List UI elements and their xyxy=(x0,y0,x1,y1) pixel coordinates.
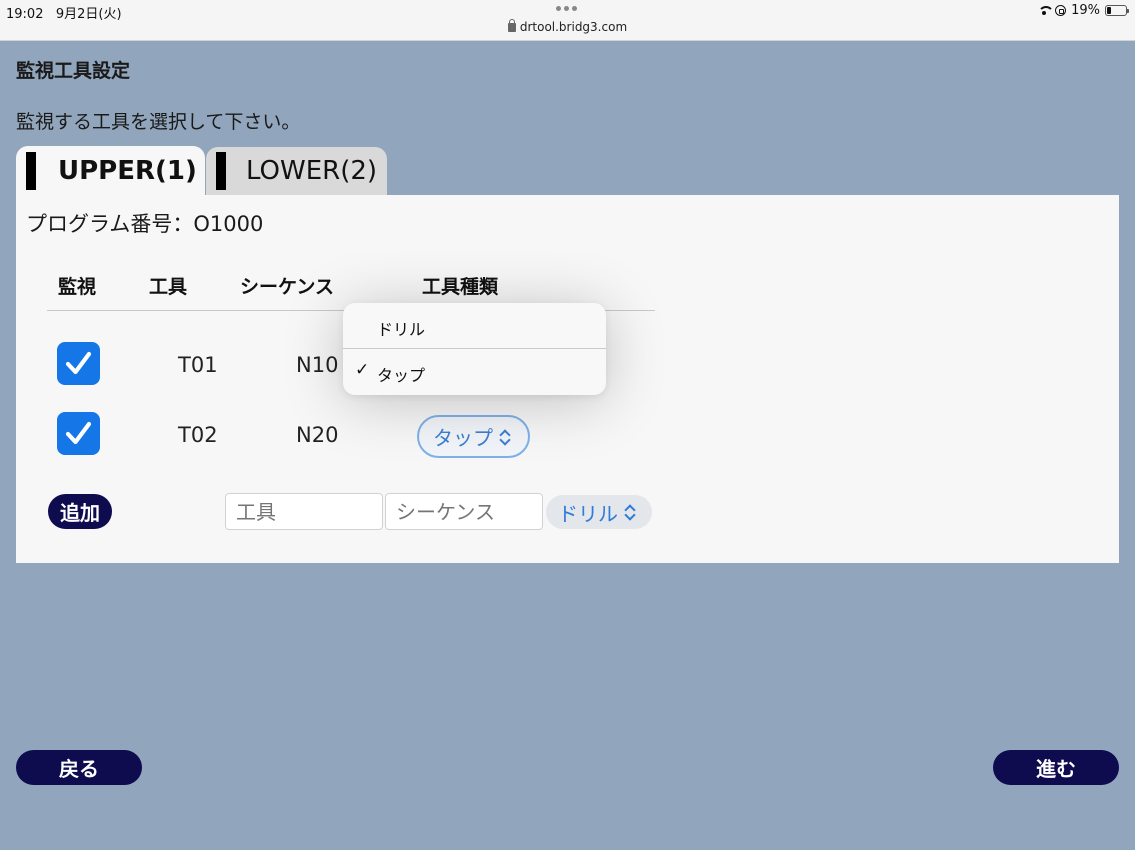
lock-icon xyxy=(507,19,516,32)
battery-percent: 19% xyxy=(1071,3,1100,18)
address-bar[interactable]: drtool.bridg3.com xyxy=(0,19,1135,34)
back-button[interactable]: 戻る xyxy=(16,750,142,785)
tool-type-dropdown-menu: ドリル ✓ タップ xyxy=(343,303,606,395)
tab-lower[interactable]: LOWER(2) xyxy=(206,147,387,195)
tab-marker xyxy=(26,152,36,190)
menu-option-label: タップ xyxy=(377,366,426,385)
tool-type-select-t02[interactable]: タップ xyxy=(417,415,530,458)
monitor-checkbox-t02[interactable] xyxy=(57,412,100,455)
header-tool: 工具 xyxy=(149,276,188,298)
menu-option-tap[interactable]: ✓ タップ xyxy=(343,349,606,395)
checkmark-icon: ✓ xyxy=(355,360,370,380)
tab-marker xyxy=(216,152,226,190)
checkmark-icon xyxy=(65,351,92,375)
status-bar: 19:02 9月2日(火) drtool.bridg3.com 19% xyxy=(0,0,1135,41)
chevron-updown-icon xyxy=(499,429,511,445)
new-tool-type-select[interactable]: ドリル xyxy=(546,495,652,529)
tool-cell: T02 xyxy=(178,423,218,447)
status-indicators: 19% xyxy=(1038,3,1129,18)
tab-upper[interactable]: UPPER(1) xyxy=(16,146,205,196)
tab-label: LOWER(2) xyxy=(246,156,378,186)
header-monitor: 監視 xyxy=(58,276,97,298)
new-tool-type-value: ドリル xyxy=(558,501,618,526)
new-tool-input[interactable] xyxy=(225,493,383,530)
checkmark-icon xyxy=(65,421,92,445)
chevron-updown-icon xyxy=(624,504,636,520)
add-button[interactable]: 追加 xyxy=(48,494,112,529)
menu-option-label: ドリル xyxy=(377,320,426,339)
next-button[interactable]: 進む xyxy=(993,750,1119,785)
page-title: 監視工具設定 xyxy=(16,60,131,82)
header-sequence: シーケンス xyxy=(240,276,335,298)
battery-icon xyxy=(1105,5,1129,16)
sequence-cell: N20 xyxy=(296,423,339,447)
header-tool-type: 工具種類 xyxy=(422,276,499,298)
program-number: プログラム番号：O1000 xyxy=(26,212,264,236)
tool-type-value: タップ xyxy=(433,426,493,450)
wifi-icon xyxy=(1038,6,1055,15)
tab-label: UPPER(1) xyxy=(58,156,197,186)
multitasking-dots-icon[interactable] xyxy=(556,6,577,11)
monitor-checkbox-t01[interactable] xyxy=(57,342,100,385)
tool-cell: T01 xyxy=(178,353,218,377)
instruction-text: 監視する工具を選択して下さい。 xyxy=(16,111,301,133)
orientation-lock-icon xyxy=(1055,5,1067,16)
new-sequence-input[interactable] xyxy=(385,493,543,530)
menu-option-drill[interactable]: ドリル xyxy=(343,303,606,349)
sequence-cell: N10 xyxy=(296,353,339,377)
